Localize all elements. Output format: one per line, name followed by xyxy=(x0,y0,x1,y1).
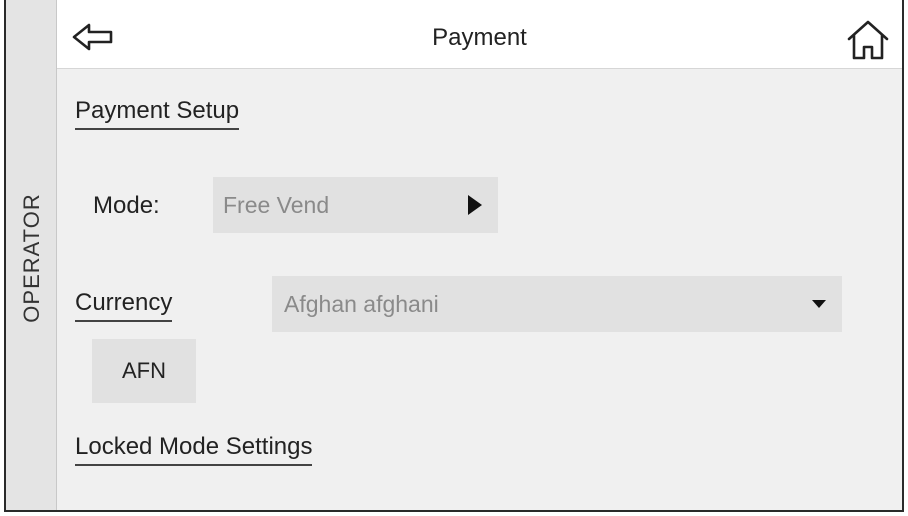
app-window: OPERATOR Payment Payment Setup Mode: Fre… xyxy=(0,0,908,516)
window-border xyxy=(4,0,904,512)
